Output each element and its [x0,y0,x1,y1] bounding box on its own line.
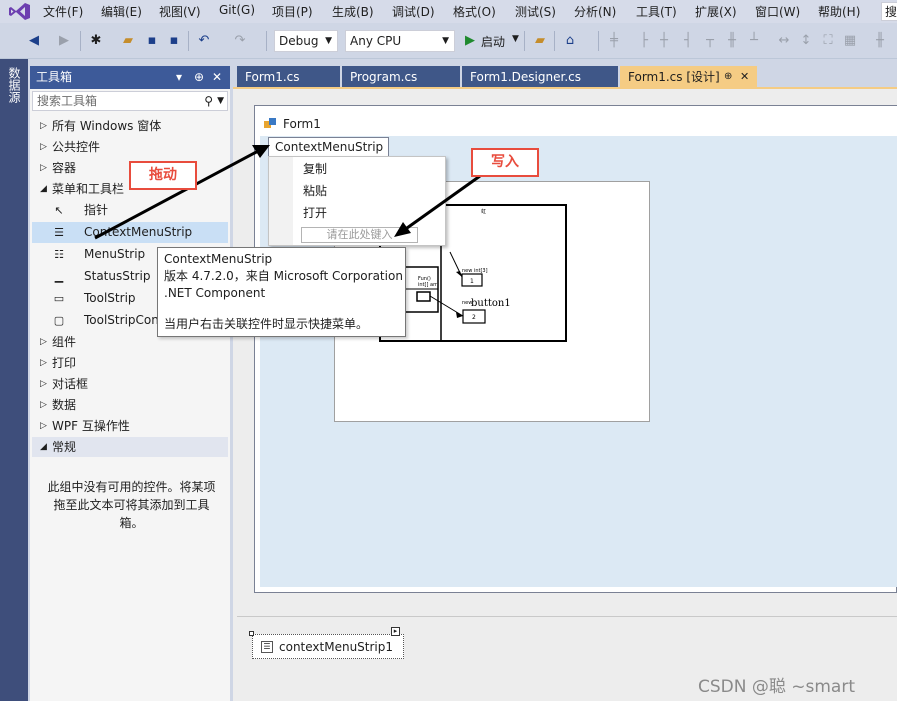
annotation-write: 写入 [471,148,539,177]
tray-item-label: contextMenuStrip1 [279,640,394,654]
smart-tag-icon[interactable]: ▸ [391,627,400,636]
context-menu-strip-icon: ☰ [261,641,273,653]
annotation-drag: 拖动 [129,161,197,190]
tray-item-context-menu-strip[interactable]: ☰ contextMenuStrip1 [252,634,404,659]
selection-handle[interactable] [249,631,254,636]
watermark: CSDN @聪 ~smart [698,677,856,697]
arrow-head-icon [394,222,411,237]
annotation-arrows [94,145,481,240]
